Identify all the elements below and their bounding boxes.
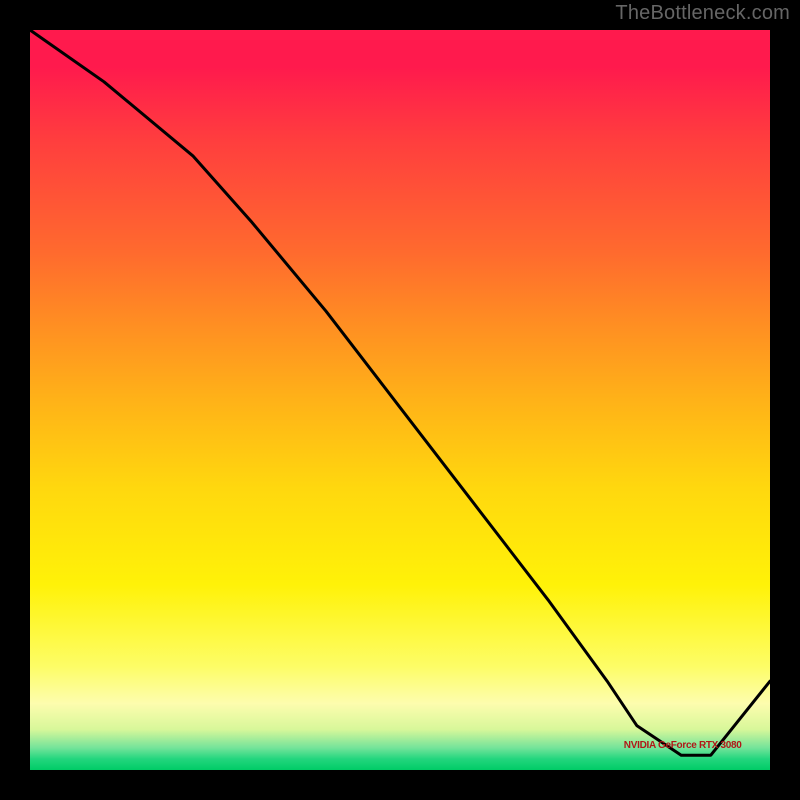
- gpu-label: NVIDIA GeForce RTX 3080: [624, 740, 742, 751]
- chart-svg: [30, 30, 770, 770]
- bottleneck-curve-line: [30, 30, 770, 755]
- chart-container: TheBottleneck.com NVIDIA GeForce RTX 308…: [0, 0, 800, 800]
- watermark-text: TheBottleneck.com: [615, 2, 790, 25]
- plot-area: NVIDIA GeForce RTX 3080: [30, 30, 770, 770]
